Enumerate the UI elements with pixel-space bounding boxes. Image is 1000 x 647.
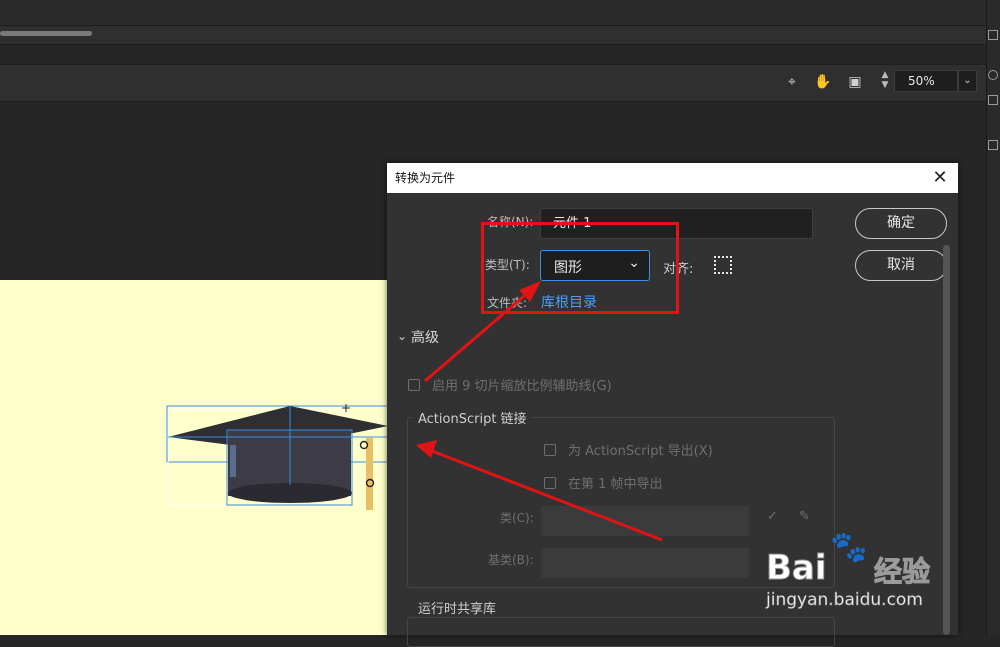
watermark-url: jingyan.baidu.com [766, 590, 923, 611]
paw-icon: 🐾 [829, 530, 868, 566]
baidu-jingyan-watermark: Bai 🐾 经验 jingyan.baidu.com [766, 530, 986, 620]
watermark-suffix: 经验 [873, 555, 931, 589]
watermark-brand: Bai [766, 548, 828, 589]
